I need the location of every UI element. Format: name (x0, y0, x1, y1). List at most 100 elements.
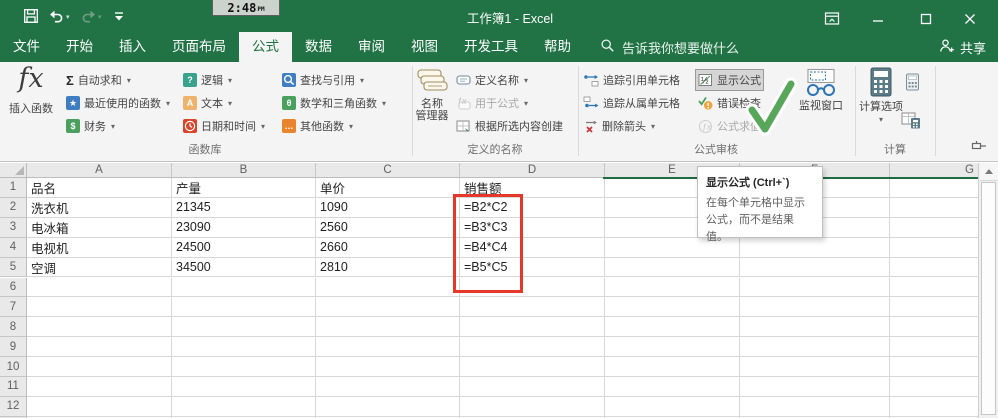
select-all-corner[interactable] (0, 163, 27, 178)
row-header-9[interactable]: 9 (0, 337, 27, 358)
cell-B4[interactable]: 24500 (172, 237, 316, 258)
tab-view[interactable]: 视图 (398, 32, 451, 62)
cell-B10[interactable] (172, 357, 316, 377)
cell-E8[interactable] (605, 317, 740, 338)
cell-B7[interactable] (172, 297, 316, 318)
cell-A9[interactable] (27, 337, 172, 358)
row-header-11[interactable]: 11 (0, 377, 27, 397)
cell-D8[interactable] (460, 317, 605, 338)
cell-E5[interactable] (605, 257, 740, 278)
cell-B2[interactable]: 21345 (172, 197, 316, 218)
vertical-scrollbar[interactable] (978, 163, 998, 418)
trace-precedents-button[interactable]: 追踪引用单元格 (581, 70, 682, 90)
cell-C5[interactable]: 2810 (316, 257, 460, 278)
cell-F10[interactable] (740, 357, 890, 377)
insert-function-button[interactable]: fx 插入函数 (2, 64, 60, 116)
tab-data[interactable]: 数据 (292, 32, 345, 62)
cell-F8[interactable] (740, 317, 890, 338)
tab-insert[interactable]: 插入 (106, 32, 159, 62)
cell-G1[interactable] (890, 178, 978, 198)
cell-E10[interactable] (605, 357, 740, 377)
cell-A3[interactable]: 电冰箱 (27, 217, 172, 238)
cell-F12[interactable] (740, 396, 890, 417)
cell-C12[interactable] (316, 396, 460, 417)
cell-G10[interactable] (890, 357, 978, 377)
cell-E6[interactable] (605, 277, 740, 298)
cell-A2[interactable]: 洗衣机 (27, 197, 172, 218)
cell-C3[interactable]: 2560 (316, 217, 460, 238)
cell-B3[interactable]: 23090 (172, 217, 316, 238)
cell-A11[interactable] (27, 377, 172, 397)
cell-A6[interactable] (27, 277, 172, 298)
tab-help[interactable]: 帮助 (531, 32, 584, 62)
tab-formulas[interactable]: 公式 (239, 32, 292, 62)
cell-C7[interactable] (316, 297, 460, 318)
trace-dependents-button[interactable]: 追踪从属单元格 (581, 93, 682, 113)
row-header-2[interactable]: 2 (0, 197, 27, 218)
recently-used-button[interactable]: ★ 最近使用的函数 ▾ (64, 93, 172, 113)
cell-C1[interactable]: 单价 (316, 178, 460, 198)
cell-E12[interactable] (605, 396, 740, 417)
cell-B12[interactable] (172, 396, 316, 417)
cell-G5[interactable] (890, 257, 978, 278)
name-manager-button[interactable]: 名称 管理器 (408, 64, 456, 122)
autosum-button[interactable]: Σ 自动求和 ▾ (64, 70, 133, 90)
cell-F11[interactable] (740, 377, 890, 397)
cell-G6[interactable] (890, 277, 978, 298)
cell-D11[interactable] (460, 377, 605, 397)
more-functions-button[interactable]: … 其他函数 ▾ (280, 116, 355, 136)
tell-me-search[interactable]: 告诉我你想要做什么 (600, 32, 739, 62)
tab-review[interactable]: 审阅 (345, 32, 398, 62)
tab-page-layout[interactable]: 页面布局 (159, 32, 239, 62)
cell-B8[interactable] (172, 317, 316, 338)
cell-A8[interactable] (27, 317, 172, 338)
share-button[interactable]: 共享 (939, 32, 986, 62)
cell-G4[interactable] (890, 237, 978, 258)
cell-D9[interactable] (460, 337, 605, 358)
row-header-10[interactable]: 10 (0, 357, 27, 377)
scroll-up-arrow[interactable] (980, 163, 998, 181)
collapse-ribbon-icon[interactable] (971, 139, 988, 157)
cell-A4[interactable]: 电视机 (27, 237, 172, 258)
cell-G9[interactable] (890, 337, 978, 358)
cell-E9[interactable] (605, 337, 740, 358)
column-header-A[interactable]: A (27, 163, 172, 178)
cell-A5[interactable]: 空调 (27, 257, 172, 278)
column-header-G[interactable]: G (890, 163, 978, 178)
row-header-8[interactable]: 8 (0, 317, 27, 338)
cell-C2[interactable]: 1090 (316, 197, 460, 218)
tab-file[interactable]: 文件 (0, 32, 53, 62)
define-name-button[interactable]: 定义名称 ▾ (454, 70, 530, 90)
cell-D10[interactable] (460, 357, 605, 377)
row-header-1[interactable]: 1 (0, 178, 27, 198)
cell-F7[interactable] (740, 297, 890, 318)
cell-C11[interactable] (316, 377, 460, 397)
text-button[interactable]: A 文本 ▾ (181, 93, 234, 113)
watch-window-button[interactable]: 监视窗口 (795, 64, 847, 112)
cell-B6[interactable] (172, 277, 316, 298)
undo-icon[interactable] (46, 7, 64, 25)
cell-G8[interactable] (890, 317, 978, 338)
cell-C4[interactable]: 2660 (316, 237, 460, 258)
calculation-options-button[interactable]: 计算选项 ▾ (857, 64, 905, 126)
cell-E7[interactable] (605, 297, 740, 318)
save-icon[interactable] (22, 7, 40, 25)
cell-F9[interactable] (740, 337, 890, 358)
cell-F6[interactable] (740, 277, 890, 298)
cell-G7[interactable] (890, 297, 978, 318)
cell-A10[interactable] (27, 357, 172, 377)
column-header-C[interactable]: C (316, 163, 460, 178)
ribbon-display-options-icon[interactable] (822, 10, 842, 28)
cell-A1[interactable]: 品名 (27, 178, 172, 198)
cell-G2[interactable] (890, 197, 978, 218)
customize-qat-icon[interactable] (110, 7, 128, 25)
row-header-5[interactable]: 5 (0, 257, 27, 278)
cell-B9[interactable] (172, 337, 316, 358)
date-time-button[interactable]: 日期和时间 ▾ (181, 116, 267, 136)
scrollbar-thumb[interactable] (981, 182, 996, 415)
financial-button[interactable]: $ 财务 ▾ (64, 116, 117, 136)
column-header-B[interactable]: B (172, 163, 316, 178)
cell-F5[interactable] (740, 257, 890, 278)
row-header-4[interactable]: 4 (0, 237, 27, 258)
close-button[interactable] (960, 10, 980, 28)
